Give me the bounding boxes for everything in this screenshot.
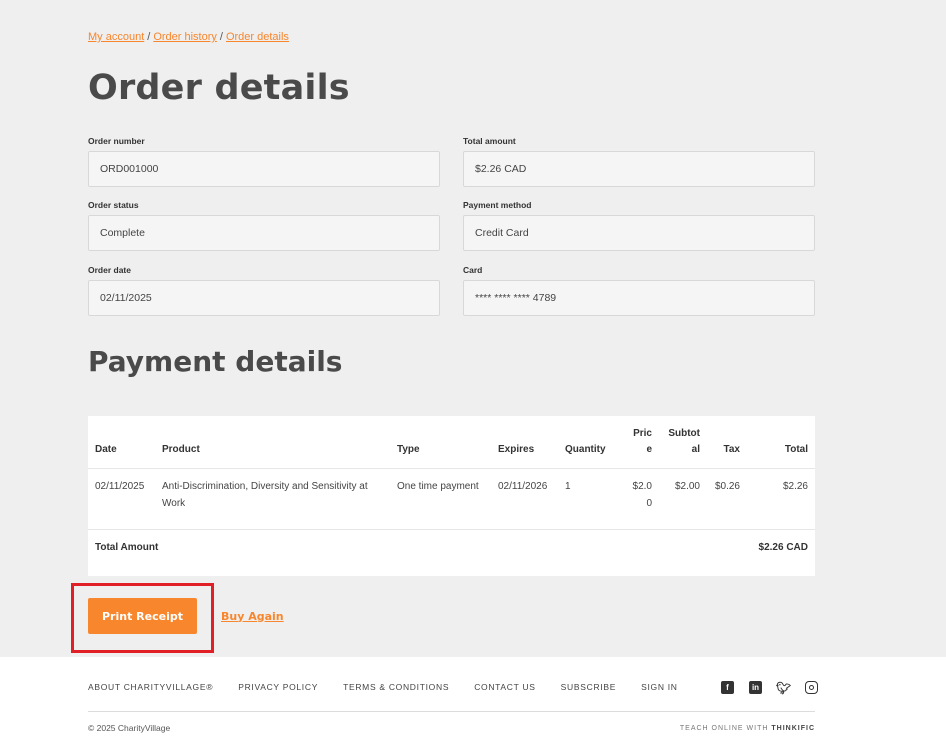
breadcrumb-separator: / (219, 31, 223, 43)
cell-price: $2.00 (621, 468, 659, 530)
total-amount-value: $2.26 CAD (463, 151, 815, 187)
header-product: Product (155, 416, 390, 469)
total-amount-row: Total Amount $2.26 CAD (88, 530, 815, 579)
total-amount-label: Total amount (463, 136, 516, 146)
order-number-value: ORD001000 (88, 151, 440, 187)
total-amount-field: Total amount $2.26 CAD (463, 136, 815, 187)
header-type: Type (390, 416, 491, 469)
total-amount-label: Total Amount (95, 542, 159, 553)
breadcrumb-my-account[interactable]: My account (88, 31, 144, 43)
footer-link-about[interactable]: ABOUT CHARITYVILLAGE® (88, 682, 213, 692)
footer-link-contact[interactable]: CONTACT US (474, 682, 535, 692)
table-header-row: Date Product Type Expires Quantity Price… (88, 416, 815, 469)
header-subtotal: Subtotal (659, 416, 707, 469)
cell-total: $2.26 (747, 468, 815, 530)
highlight-box (71, 583, 214, 653)
footer-link-terms[interactable]: TERMS & CONDITIONS (343, 682, 449, 692)
thinkific-brand: THINKIFIC (771, 725, 815, 732)
footer-link-sign-in[interactable]: SIGN IN (641, 682, 678, 692)
copyright-text: © 2025 CharityVillage (88, 723, 171, 733)
order-date-field: Order date 02/11/2025 (88, 265, 440, 316)
header-date: Date (88, 416, 155, 469)
breadcrumb-order-details[interactable]: Order details (226, 31, 289, 43)
breadcrumb-separator: / (147, 31, 151, 43)
site-footer: ABOUT CHARITYVILLAGE® PRIVACY POLICY TER… (0, 657, 946, 741)
card-value: **** **** **** 4789 (463, 280, 815, 316)
cell-subtotal: $2.00 (659, 468, 707, 530)
social-links: f in 🐦︎ (721, 681, 818, 695)
thinkific-credit[interactable]: TEACH ONLINE WITH THINKIFIC (680, 725, 815, 732)
card-label: Card (463, 265, 483, 275)
header-price: Price (621, 416, 659, 469)
payment-details-title: Payment details (88, 345, 343, 378)
payment-method-value: Credit Card (463, 215, 815, 251)
table-row: 02/11/2025 Anti-Discrimination, Diversit… (88, 468, 815, 530)
cell-quantity: 1 (558, 468, 621, 530)
cell-expires: 02/11/2026 (491, 468, 558, 530)
header-expires: Expires (491, 416, 558, 469)
cell-product: Anti-Discrimination, Diversity and Sensi… (155, 468, 390, 530)
order-status-value: Complete (88, 215, 440, 251)
order-date-value: 02/11/2025 (88, 280, 440, 316)
linkedin-icon[interactable]: in (749, 681, 762, 694)
footer-link-subscribe[interactable]: SUBSCRIBE (561, 682, 616, 692)
header-quantity: Quantity (558, 416, 621, 469)
teach-prefix: TEACH ONLINE WITH (679, 725, 769, 732)
total-amount-cell: $2.26 CAD (758, 542, 808, 553)
cell-tax: $0.26 (707, 468, 747, 530)
payment-table-container: Date Product Type Expires Quantity Price… (88, 416, 815, 576)
instagram-icon[interactable] (805, 681, 818, 694)
facebook-icon[interactable]: f (721, 681, 734, 694)
payment-method-field: Payment method Credit Card (463, 200, 815, 251)
page-title: Order details (88, 68, 350, 108)
footer-nav: ABOUT CHARITYVILLAGE® PRIVACY POLICY TER… (88, 682, 703, 692)
order-status-field: Order status Complete (88, 200, 440, 251)
buy-again-link[interactable]: Buy Again (221, 598, 284, 634)
cell-date: 02/11/2025 (88, 468, 155, 530)
cell-type: One time payment (390, 468, 491, 530)
payment-method-label: Payment method (463, 200, 532, 210)
footer-divider (88, 711, 815, 712)
header-tax: Tax (707, 416, 747, 469)
header-total: Total (747, 416, 815, 469)
payment-table: Date Product Type Expires Quantity Price… (88, 416, 815, 579)
breadcrumb-order-history[interactable]: Order history (153, 31, 217, 43)
order-status-label: Order status (88, 200, 139, 210)
order-number-field: Order number ORD001000 (88, 136, 440, 187)
order-number-label: Order number (88, 136, 145, 146)
card-field: Card **** **** **** 4789 (463, 265, 815, 316)
twitter-icon[interactable]: 🐦︎ (776, 681, 791, 695)
order-date-label: Order date (88, 265, 131, 275)
breadcrumb: My account / Order history / Order details (88, 31, 289, 43)
footer-link-privacy[interactable]: PRIVACY POLICY (238, 682, 318, 692)
